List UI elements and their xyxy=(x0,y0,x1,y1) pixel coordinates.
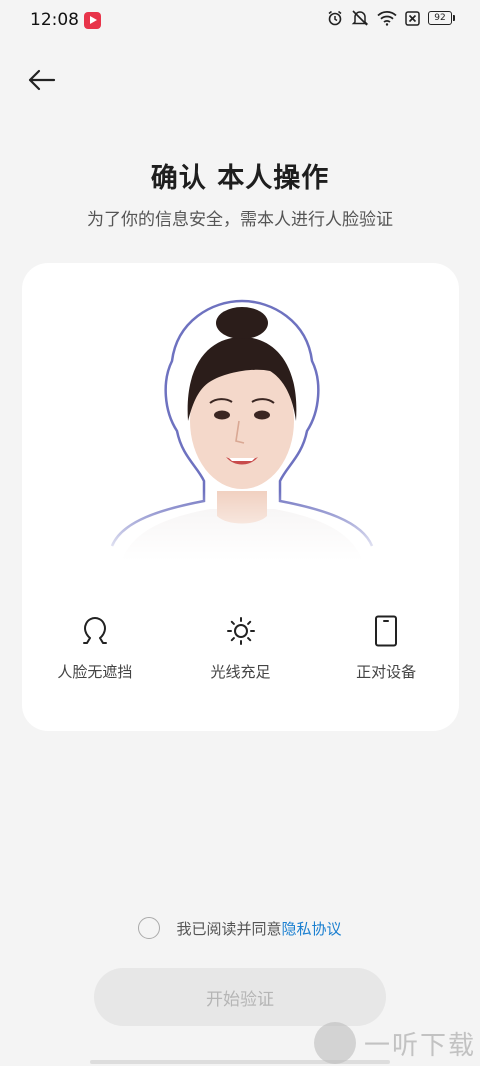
tip-label: 正对设备 xyxy=(356,663,417,681)
agreement-row: 我已阅读并同意 隐私协议 xyxy=(0,917,480,939)
wifi-icon xyxy=(377,11,397,26)
tip-face-uncovered: 人脸无遮挡 xyxy=(22,613,168,682)
tip-face-device: 正对设备 xyxy=(313,613,459,682)
tip-label: 光线充足 xyxy=(210,663,271,681)
face-verification-card: 人脸无遮挡 光线充足 正对设备 xyxy=(22,263,459,731)
mute-icon xyxy=(351,10,369,26)
alarm-icon xyxy=(328,10,342,26)
battery-icon: 92 xyxy=(428,11,455,25)
no-sim-icon xyxy=(405,10,420,26)
page-title: 确认 本人操作 xyxy=(150,163,330,194)
sample-face-portrait xyxy=(102,299,382,561)
watermark-logo-icon xyxy=(313,1022,356,1064)
sun-icon xyxy=(226,617,255,645)
tips-row: 人脸无遮挡 光线充足 正对设备 xyxy=(22,613,459,682)
page-subtitle: 为了你的信息安全，需本人进行人脸验证 xyxy=(87,210,393,230)
privacy-policy-link[interactable]: 隐私协议 xyxy=(282,918,342,939)
agree-checkbox[interactable] xyxy=(138,917,161,939)
phone-icon xyxy=(375,615,398,647)
back-button[interactable] xyxy=(22,62,62,98)
tip-label: 人脸无遮挡 xyxy=(57,663,133,681)
status-time: 12:08 xyxy=(30,10,79,30)
status-bar: 12:08 92 xyxy=(0,0,480,40)
watermark-text: 一听下载 xyxy=(363,1030,476,1061)
arrow-left-icon xyxy=(28,69,56,91)
face-outline-icon xyxy=(82,616,107,644)
watermark: 一听下载 xyxy=(313,1022,476,1064)
video-app-icon xyxy=(84,12,101,29)
start-verification-button[interactable]: 开始验证 xyxy=(94,968,386,1026)
status-icons: 92 xyxy=(327,10,455,26)
tip-enough-light: 光线充足 xyxy=(168,613,314,682)
agreement-text: 我已阅读并同意 xyxy=(176,919,282,938)
